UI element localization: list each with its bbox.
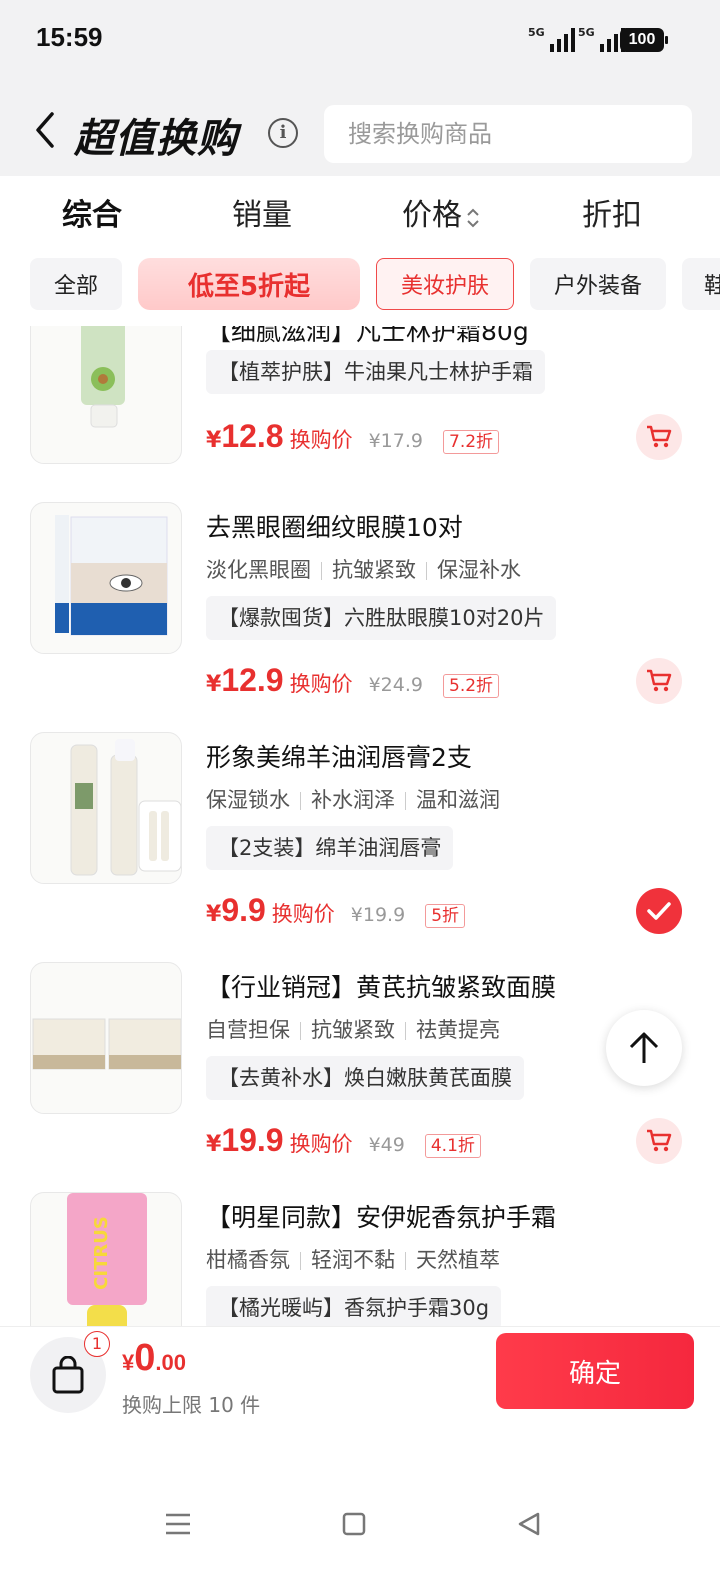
product-item[interactable]: 形象美绵羊油润唇膏2支 保湿锁水 补水润泽 温和滋润 【2支装】绵羊油润唇膏 ¥9.… bbox=[0, 732, 720, 962]
original-price: ¥19.9 bbox=[350, 904, 406, 926]
cart-count-badge: 1 bbox=[84, 1331, 110, 1357]
category-chips: 全部 低至5折起 美妆护肤 户外装备 鞋 bbox=[0, 246, 720, 326]
chip-outdoor[interactable]: 户外装备 bbox=[530, 258, 666, 310]
product-spec: 【植萃护肤】牛油果凡士林护手霜 bbox=[206, 350, 545, 394]
price-row: ¥12.8 换购价 ¥17.9 7.2折 bbox=[206, 418, 500, 455]
product-tags: 保湿锁水 补水润泽 温和滋润 bbox=[206, 788, 500, 812]
add-to-cart-icon[interactable] bbox=[636, 414, 682, 460]
tab-price[interactable]: 价格 bbox=[402, 190, 480, 234]
info-icon[interactable]: i bbox=[268, 118, 298, 148]
cell-signal-icon: 5G bbox=[528, 26, 575, 52]
tab-sales[interactable]: 销量 bbox=[232, 190, 292, 234]
add-to-cart-icon[interactable] bbox=[636, 658, 682, 704]
back-to-top-button[interactable] bbox=[606, 1010, 682, 1086]
product-spec: 【橘光暖屿】香氛护手霜30g bbox=[206, 1286, 502, 1326]
price-value: 12.9 bbox=[221, 662, 284, 698]
price-value: 9.9 bbox=[221, 892, 266, 928]
status-bar: 15:59 5G 5G 100 bbox=[0, 0, 720, 80]
product-spec: 【2支装】绵羊油润唇膏 bbox=[206, 826, 454, 870]
back-icon[interactable] bbox=[30, 110, 60, 150]
price-row: ¥19.9 换购价 ¥49 4.1折 bbox=[206, 1122, 481, 1159]
product-item[interactable]: 【行业销冠】黄芪抗皱紧致面膜 自营担保 抗皱紧致 祛黄提亮 【去黄补水】焕白嫩肤黄芪… bbox=[0, 962, 720, 1192]
selected-check-icon[interactable] bbox=[636, 888, 682, 934]
product-name: 去黑眼圈细纹眼膜10对 bbox=[206, 513, 463, 542]
confirm-button[interactable]: 确定 bbox=[496, 1333, 694, 1409]
product-image bbox=[30, 732, 182, 884]
product-image: CITRUS bbox=[30, 1192, 182, 1326]
original-price: ¥49 bbox=[368, 1134, 405, 1156]
checkout-bar: 1 ¥0.00 换购上限 10 件 确定 bbox=[0, 1326, 720, 1426]
product-name: 【细腻滋润】凡士林护霜80g bbox=[206, 326, 529, 346]
chip-all[interactable]: 全部 bbox=[30, 258, 122, 310]
product-item[interactable]: CITRUS 【明星同款】安伊妮香氛护手霜 柑橘香氛 轻润不黏 天然植萃 【橘光暖屿… bbox=[0, 1192, 720, 1326]
exchange-limit-text: 换购上限 10 件 bbox=[122, 1393, 261, 1417]
status-time: 15:59 bbox=[36, 22, 103, 52]
product-spec: 【去黄补水】焕白嫩肤黄芪面膜 bbox=[206, 1056, 524, 1100]
original-price: ¥17.9 bbox=[368, 430, 423, 452]
tab-price-label: 价格 bbox=[402, 198, 462, 233]
home-icon[interactable] bbox=[342, 1512, 366, 1536]
back-nav-icon[interactable] bbox=[516, 1512, 542, 1536]
tab-discount[interactable]: 折扣 bbox=[582, 190, 642, 234]
chip-shoes[interactable]: 鞋 bbox=[682, 258, 720, 310]
menu-icon[interactable] bbox=[164, 1512, 192, 1536]
price-label: 换购价 bbox=[271, 902, 335, 926]
cell-signal-icon-2: 5G bbox=[578, 26, 625, 52]
product-image bbox=[30, 326, 182, 464]
product-tags: 自营担保 抗皱紧致 祛黄提亮 bbox=[206, 1018, 500, 1042]
price-value: 12.8 bbox=[221, 418, 284, 454]
product-name: 【行业销冠】黄芪抗皱紧致面膜 bbox=[206, 973, 557, 1002]
product-image-text: CITRUS bbox=[91, 1216, 112, 1290]
product-tags: 柑橘香氛 轻润不黏 天然植萃 bbox=[206, 1248, 500, 1272]
product-image bbox=[30, 502, 182, 654]
price-row: ¥12.9 换购价 ¥24.9 5.2折 bbox=[206, 662, 500, 699]
product-list: 【细腻滋润】凡士林护霜80g 【植萃护肤】牛油果凡士林护手霜 ¥12.8 换购价 ¥… bbox=[0, 326, 720, 1326]
tab-comprehensive[interactable]: 综合 bbox=[62, 190, 122, 234]
product-name: 形象美绵羊油润唇膏2支 bbox=[206, 743, 472, 772]
chip-beauty[interactable]: 美妆护肤 bbox=[376, 258, 514, 310]
product-tags: 淡化黑眼圈 抗皱紧致 保湿补水 bbox=[206, 558, 521, 582]
price-label: 换购价 bbox=[289, 672, 353, 696]
product-image bbox=[30, 962, 182, 1114]
price-label: 换购价 bbox=[289, 1132, 353, 1156]
search-input[interactable] bbox=[324, 105, 692, 163]
price-value: 19.9 bbox=[221, 1122, 284, 1158]
sort-tabs: 综合 销量 价格 折扣 bbox=[0, 176, 720, 246]
discount-badge: 7.2折 bbox=[443, 430, 500, 454]
product-item[interactable]: 去黑眼圈细纹眼膜10对 淡化黑眼圈 抗皱紧致 保湿补水 【爆款囤货】六胜肽眼膜10对… bbox=[0, 502, 720, 732]
battery-icon: 100 bbox=[620, 28, 668, 52]
arrow-up-icon bbox=[629, 1032, 659, 1063]
product-name: 【明星同款】安伊妮香氛护手霜 bbox=[206, 1203, 557, 1232]
page-title: 超值换购 bbox=[74, 116, 238, 162]
price-label: 换购价 bbox=[289, 428, 353, 452]
chip-promo[interactable]: 低至5折起 bbox=[138, 258, 360, 310]
price-row: ¥9.9 换购价 ¥19.9 5折 bbox=[206, 892, 466, 929]
header: 超值换购 i bbox=[0, 80, 720, 176]
original-price: ¥24.9 bbox=[368, 674, 423, 696]
sort-arrows-icon bbox=[466, 204, 480, 230]
product-spec: 【爆款囤货】六胜肽眼膜10对20片 bbox=[206, 596, 557, 640]
total-price: ¥0.00 bbox=[122, 1337, 186, 1379]
discount-badge: 4.1折 bbox=[424, 1134, 481, 1158]
add-to-cart-icon[interactable] bbox=[636, 1118, 682, 1164]
discount-badge: 5.2折 bbox=[443, 674, 500, 698]
discount-badge: 5折 bbox=[425, 904, 466, 928]
system-nav-bar bbox=[0, 1426, 720, 1584]
